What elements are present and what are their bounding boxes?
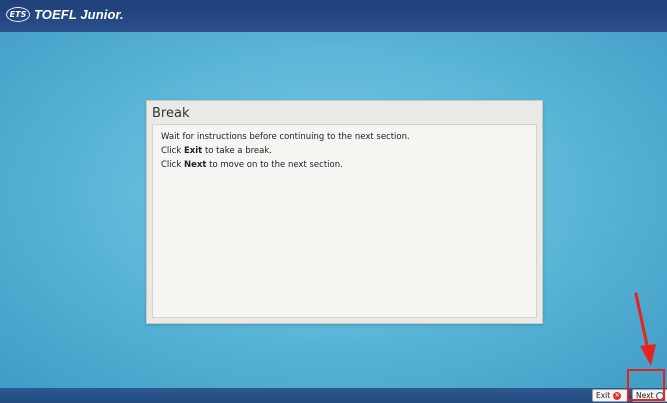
instruction-suffix: to take a break. bbox=[202, 146, 272, 156]
instruction-prefix: Click bbox=[161, 146, 184, 156]
footer-bar bbox=[0, 388, 667, 403]
dialog-title: Break bbox=[152, 106, 190, 121]
instruction-keyword: Next bbox=[183, 160, 207, 170]
instruction-keyword: Exit bbox=[183, 146, 203, 156]
instruction-line: Click Next to move on to the next sectio… bbox=[161, 158, 528, 172]
break-dialog: Break Wait for instructions before conti… bbox=[146, 100, 543, 324]
annotation-arrow bbox=[634, 292, 656, 366]
instruction-line: Click Exit to take a break. bbox=[161, 144, 528, 158]
brand-name: TOEFL Junior. bbox=[34, 7, 124, 22]
header-bar: ETS TOEFL Junior. bbox=[0, 0, 667, 32]
instruction-prefix: Click bbox=[161, 160, 184, 170]
instruction-suffix: to move on to the next section. bbox=[206, 160, 343, 170]
app-screen: ETS TOEFL Junior. Break Wait for instruc… bbox=[0, 0, 667, 403]
close-circle-icon: ✕ bbox=[613, 391, 622, 400]
brand-logo: ETS TOEFL Junior. bbox=[6, 7, 124, 22]
ets-badge: ETS bbox=[6, 7, 30, 22]
instruction-text: Wait for instructions before continuing … bbox=[161, 132, 410, 142]
exit-label: Exit bbox=[596, 391, 611, 400]
exit-button[interactable]: Exit ✕ bbox=[592, 389, 628, 402]
annotation-highlight-box bbox=[627, 369, 665, 401]
dialog-body: Wait for instructions before continuing … bbox=[152, 124, 537, 318]
instruction-line: Wait for instructions before continuing … bbox=[161, 130, 528, 144]
